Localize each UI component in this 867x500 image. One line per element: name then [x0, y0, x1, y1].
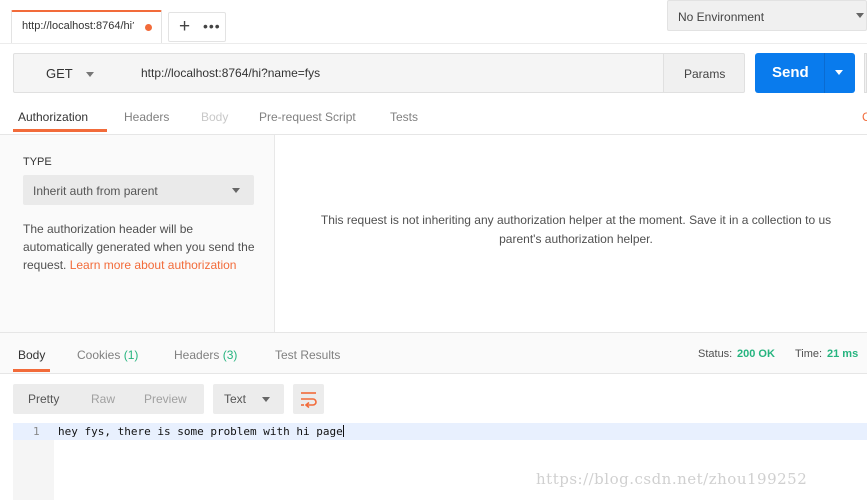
cookies-link[interactable]: C	[862, 110, 867, 124]
auth-message-line-1: This request is not inheriting any autho…	[320, 213, 832, 227]
tab-headers[interactable]: Headers	[124, 110, 169, 124]
auth-message-line-2: parent's authorization helper.	[499, 232, 653, 246]
text-cursor	[342, 425, 344, 437]
url-input[interactable]: http://localhost:8764/hi?name=fys	[129, 53, 664, 93]
request-bar: GET http://localhost:8764/hi?name=fys Pa…	[0, 43, 867, 105]
auth-description: The authorization header will be automat…	[23, 220, 263, 274]
params-label: Params	[684, 67, 726, 81]
tab-response-cookies[interactable]: Cookies (1)	[77, 348, 138, 362]
format-label: Text	[224, 392, 247, 406]
watermark: https://blog.csdn.net/zhou199252	[536, 470, 808, 488]
auth-message-panel: This request is not inheriting any autho…	[276, 135, 867, 332]
chevron-down-icon	[856, 13, 864, 18]
auth-type-select[interactable]: Inherit auth from parent	[23, 175, 254, 205]
status-label: Status:	[698, 348, 733, 360]
method-label: GET	[46, 66, 73, 81]
code-line: 1 hey fys, there is some problem with hi…	[13, 423, 867, 440]
view-pretty-button[interactable]: Pretty	[28, 392, 59, 406]
request-tab[interactable]: http://localhost:8764/hi?name=fys	[11, 10, 162, 43]
view-mode-segment: Pretty Raw Preview	[13, 384, 204, 414]
tab-bar: http://localhost:8764/hi?name=fys + ••• …	[0, 0, 867, 43]
environment-label: No Environment	[678, 10, 765, 24]
active-tab-indicator	[13, 369, 50, 372]
more-tabs-icon[interactable]: •••	[203, 16, 221, 36]
auth-settings-panel: TYPE Inherit auth from parent The author…	[0, 135, 275, 332]
learn-more-link[interactable]: Learn more about authorization	[70, 258, 237, 272]
chevron-down-icon	[262, 397, 270, 402]
send-options-chevron-icon[interactable]	[835, 70, 843, 75]
tab-response-body[interactable]: Body	[18, 348, 45, 362]
status-value[interactable]: 200 OK	[737, 348, 775, 360]
chevron-down-icon	[86, 72, 94, 77]
method-select[interactable]: GET	[13, 53, 130, 93]
active-tab-indicator	[13, 129, 107, 132]
line-number: 1	[33, 425, 40, 438]
cookies-count: (1)	[123, 348, 139, 362]
unsaved-dot-icon	[145, 24, 152, 31]
auth-message: This request is not inheriting any autho…	[236, 211, 867, 249]
cookies-label: Cookies	[77, 348, 121, 362]
tab-response-headers[interactable]: Headers (3)	[174, 348, 237, 362]
response-body-editor[interactable]: 1 hey fys, there is some problem with hi…	[13, 423, 867, 500]
tab-authorization[interactable]: Authorization	[18, 110, 88, 124]
auth-type-value: Inherit auth from parent	[33, 184, 158, 198]
auth-type-label: TYPE	[23, 156, 52, 168]
environment-select[interactable]: No Environment	[667, 0, 867, 31]
tab-actions: + •••	[168, 12, 226, 42]
params-button[interactable]: Params	[663, 53, 745, 93]
view-raw-button[interactable]: Raw	[91, 392, 115, 406]
tab-tests[interactable]: Tests	[390, 110, 418, 124]
tab-body[interactable]: Body	[201, 110, 228, 124]
send-divider	[824, 53, 825, 93]
code-line-text: hey fys, there is some problem with hi p…	[58, 425, 344, 438]
wrap-lines-button[interactable]	[293, 384, 324, 414]
view-preview-button[interactable]: Preview	[144, 392, 187, 406]
send-button[interactable]: Send	[755, 53, 855, 93]
response-text: hey fys, there is some problem with hi p…	[58, 425, 343, 438]
request-tabs: Authorization Headers Body Pre-request S…	[0, 103, 867, 135]
response-view-bar: Pretty Raw Preview Text	[0, 375, 867, 423]
wrap-lines-icon	[301, 392, 317, 409]
send-label: Send	[772, 64, 809, 81]
format-select[interactable]: Text	[213, 384, 284, 414]
url-text: http://localhost:8764/hi?name=fys	[141, 66, 321, 80]
time-value[interactable]: 21 ms	[827, 348, 858, 360]
headers-label: Headers	[174, 348, 220, 362]
tab-pre-request-script[interactable]: Pre-request Script	[259, 110, 356, 124]
new-tab-icon[interactable]: +	[179, 17, 190, 37]
response-tabs: Body Cookies (1) Headers (3) Test Result…	[0, 332, 867, 374]
tab-test-results[interactable]: Test Results	[275, 348, 340, 362]
time-label: Time:	[795, 348, 823, 360]
chevron-down-icon	[232, 188, 240, 193]
headers-count: (3)	[222, 348, 238, 362]
request-tab-label: http://localhost:8764/hi?name=fys	[22, 20, 134, 32]
